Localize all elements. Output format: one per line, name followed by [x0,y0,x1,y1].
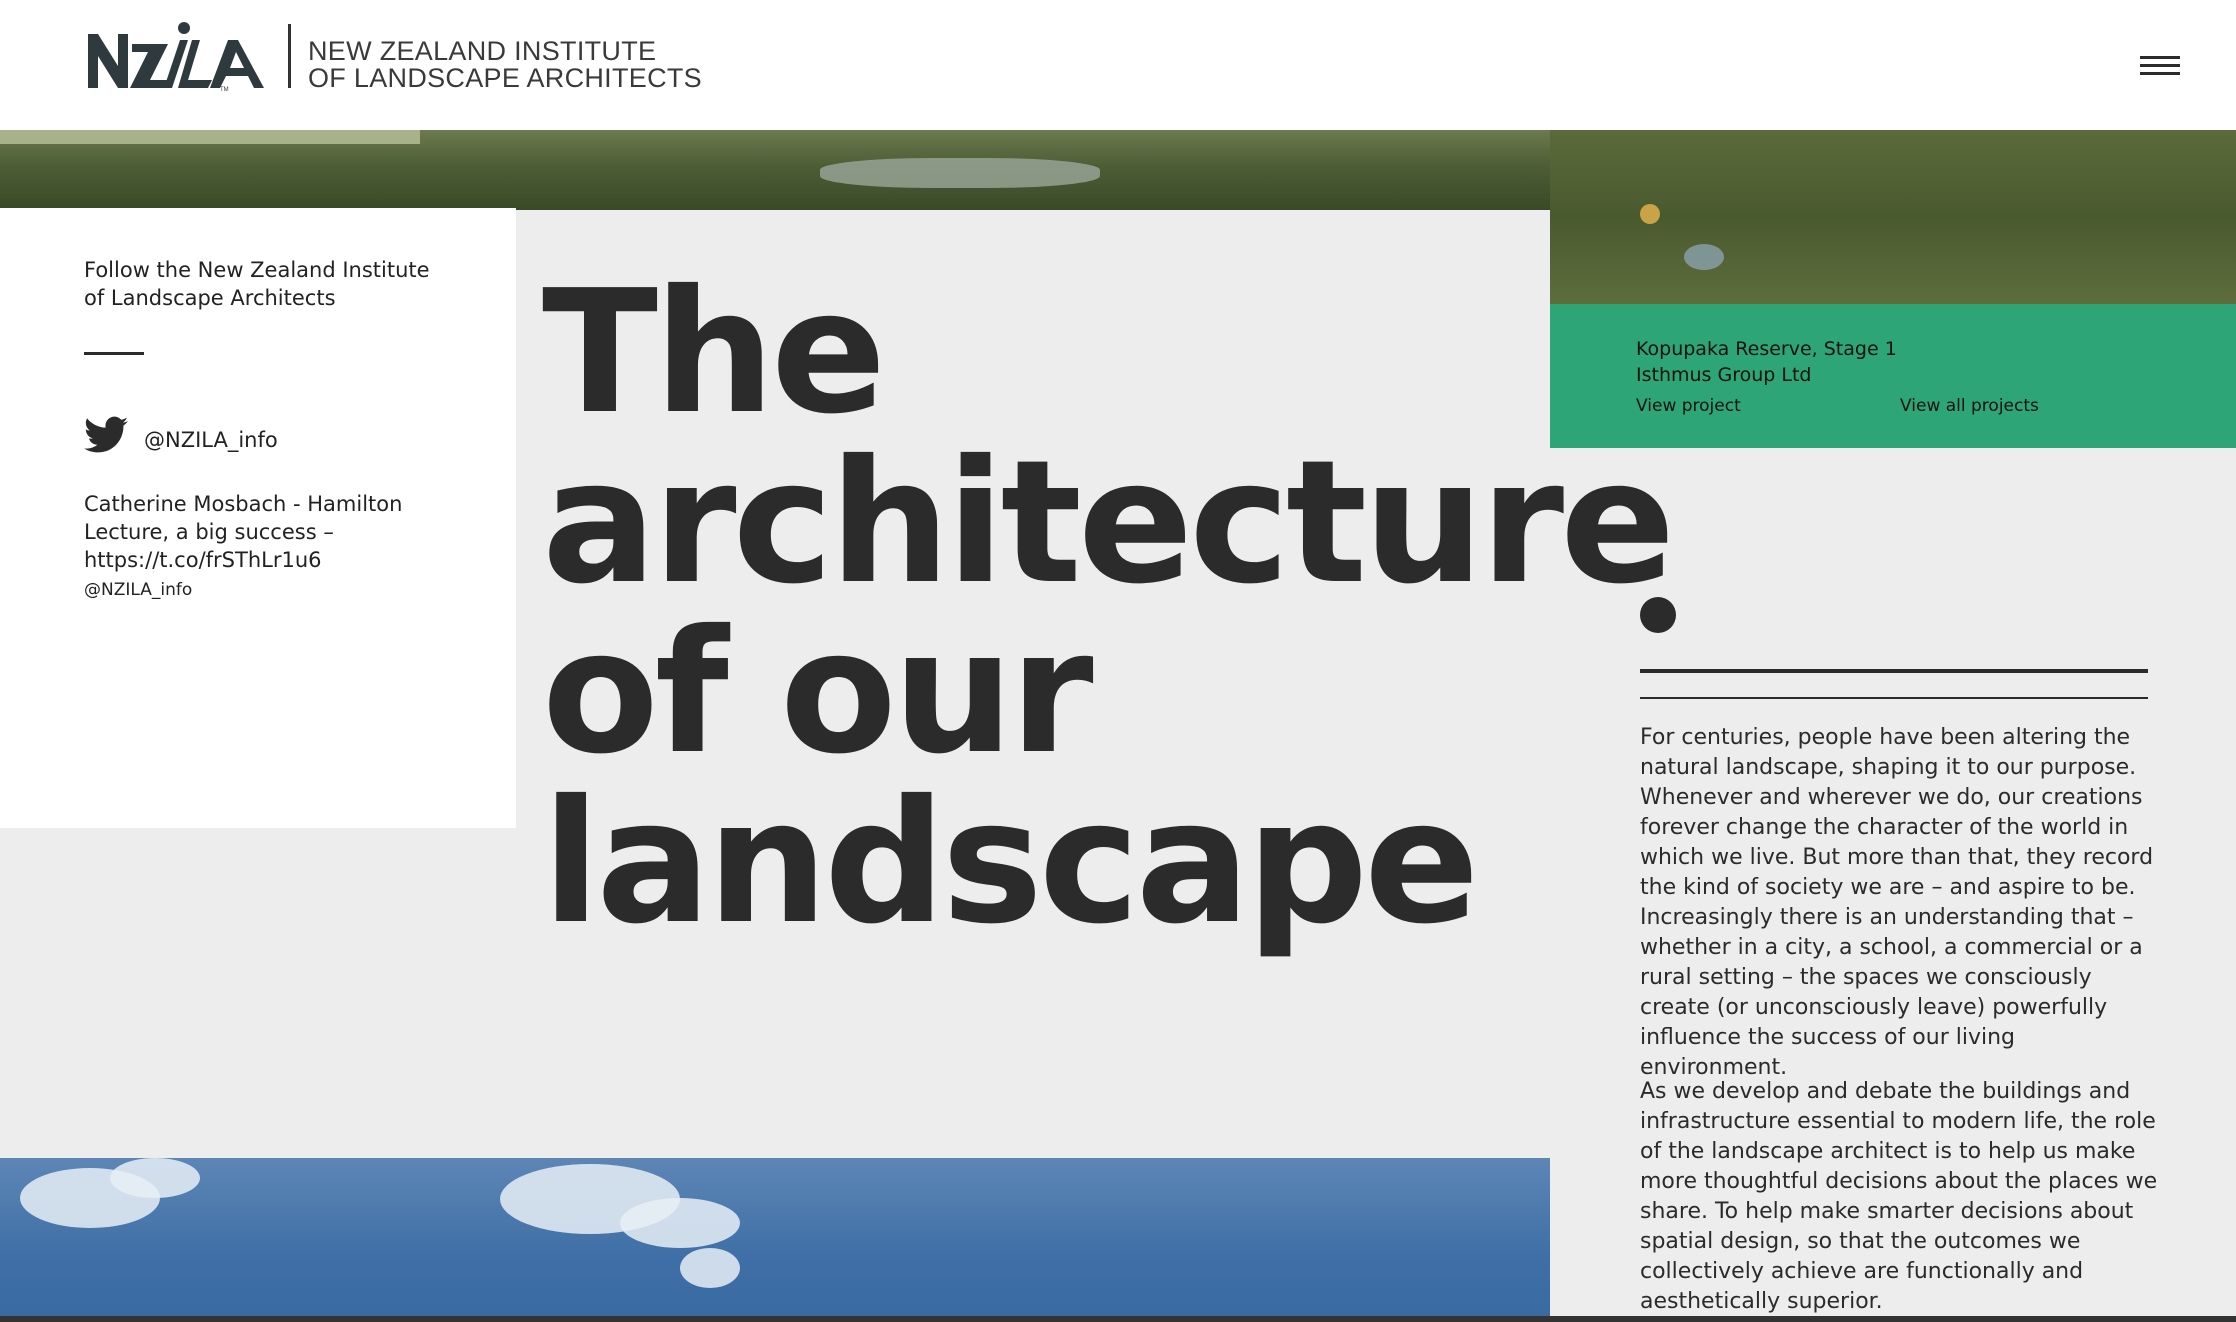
view-all-projects-link[interactable]: View all projects [1900,396,2039,416]
twitter-icon[interactable] [84,416,128,454]
project-name: Kopupaka Reserve, Stage 1 [1636,338,1897,360]
intro-paragraph-1: For centuries, people have been altering… [1640,725,2154,1080]
svg-text:TM: TM [220,87,229,92]
hamburger-menu-icon[interactable] [2136,52,2184,80]
lens-flare [1640,204,1660,224]
divider [84,352,144,355]
logo-wordmark[interactable]: NEW ZEALAND INSTITUTE OF LANDSCAPE ARCHI… [308,38,702,92]
follow-text: Follow the New Zealand Institute of Land… [84,258,430,310]
divider-thick [1640,669,2148,673]
bottom-edge [0,1316,2236,1322]
project-firm: Isthmus Group Ltd [1636,364,1812,386]
featured-project-card: Kopupaka Reserve, Stage 1 Isthmus Group … [1550,304,2236,448]
intro-paragraph-2: As we develop and debate the buildings a… [1640,1079,2158,1314]
social-sidebar: Follow the New Zealand Institute of Land… [0,208,516,828]
tweet-text[interactable]: Catherine Mosbach - Hamilton Lecture, a … [84,490,424,574]
bullet-dot [1640,597,1676,633]
nzila-logo-icon[interactable]: TM [88,22,272,92]
divider-thin [1640,697,2148,699]
hero-line-3: of our [542,594,1094,792]
site-header: TM NEW ZEALAND INSTITUTE OF LANDSCAPE AR… [0,0,2236,130]
logo-divider [288,24,291,88]
hero-line-1: The [542,254,886,452]
twitter-handle-link[interactable]: @NZILA_info [144,428,278,452]
logo-line-2: OF LANDSCAPE ARCHITECTS [308,63,702,93]
tweet-author[interactable]: @NZILA_info [84,580,192,600]
page-title: The architecture of our landscape [542,254,1675,962]
sky-image [0,1158,1550,1322]
hero-line-4: landscape [542,764,1479,962]
lens-flare [1684,244,1724,270]
view-project-link[interactable]: View project [1636,396,1741,416]
logo-line-1: NEW ZEALAND INSTITUTE [308,36,657,66]
hero-line-2: architecture [542,424,1675,622]
